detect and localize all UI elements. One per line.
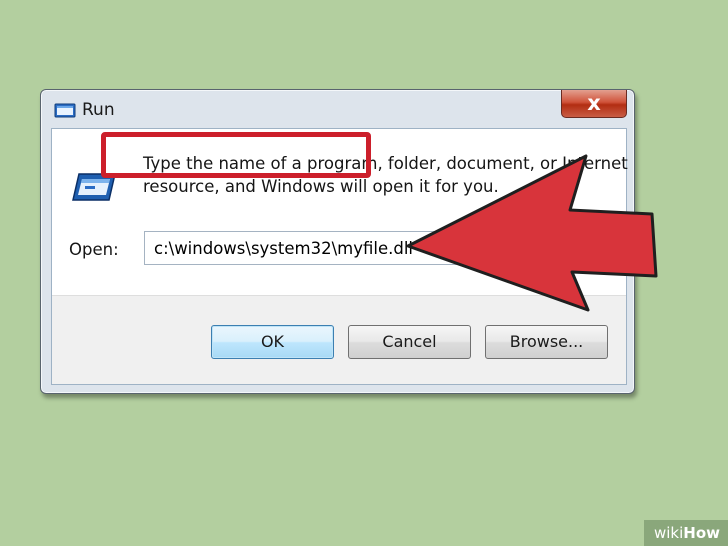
close-button[interactable]: x [561, 90, 627, 118]
watermark-how: How [683, 524, 720, 542]
wikihow-watermark: wikiHow [643, 520, 728, 546]
cancel-button[interactable]: Cancel [348, 325, 471, 359]
open-label: Open: [69, 240, 119, 259]
run-icon [54, 103, 76, 118]
window-title: Run [82, 100, 115, 120]
input-highlight-box [101, 132, 371, 178]
watermark-wiki: wiki [653, 524, 684, 542]
close-icon: x [587, 91, 601, 115]
red-pointer-arrow [406, 154, 658, 312]
browse-button[interactable]: Browse... [485, 325, 608, 359]
title-bar[interactable]: Run x [41, 90, 634, 128]
ok-button[interactable]: OK [211, 325, 334, 359]
open-input-value[interactable]: c:\windows\system32\myfile.dll [154, 239, 413, 258]
